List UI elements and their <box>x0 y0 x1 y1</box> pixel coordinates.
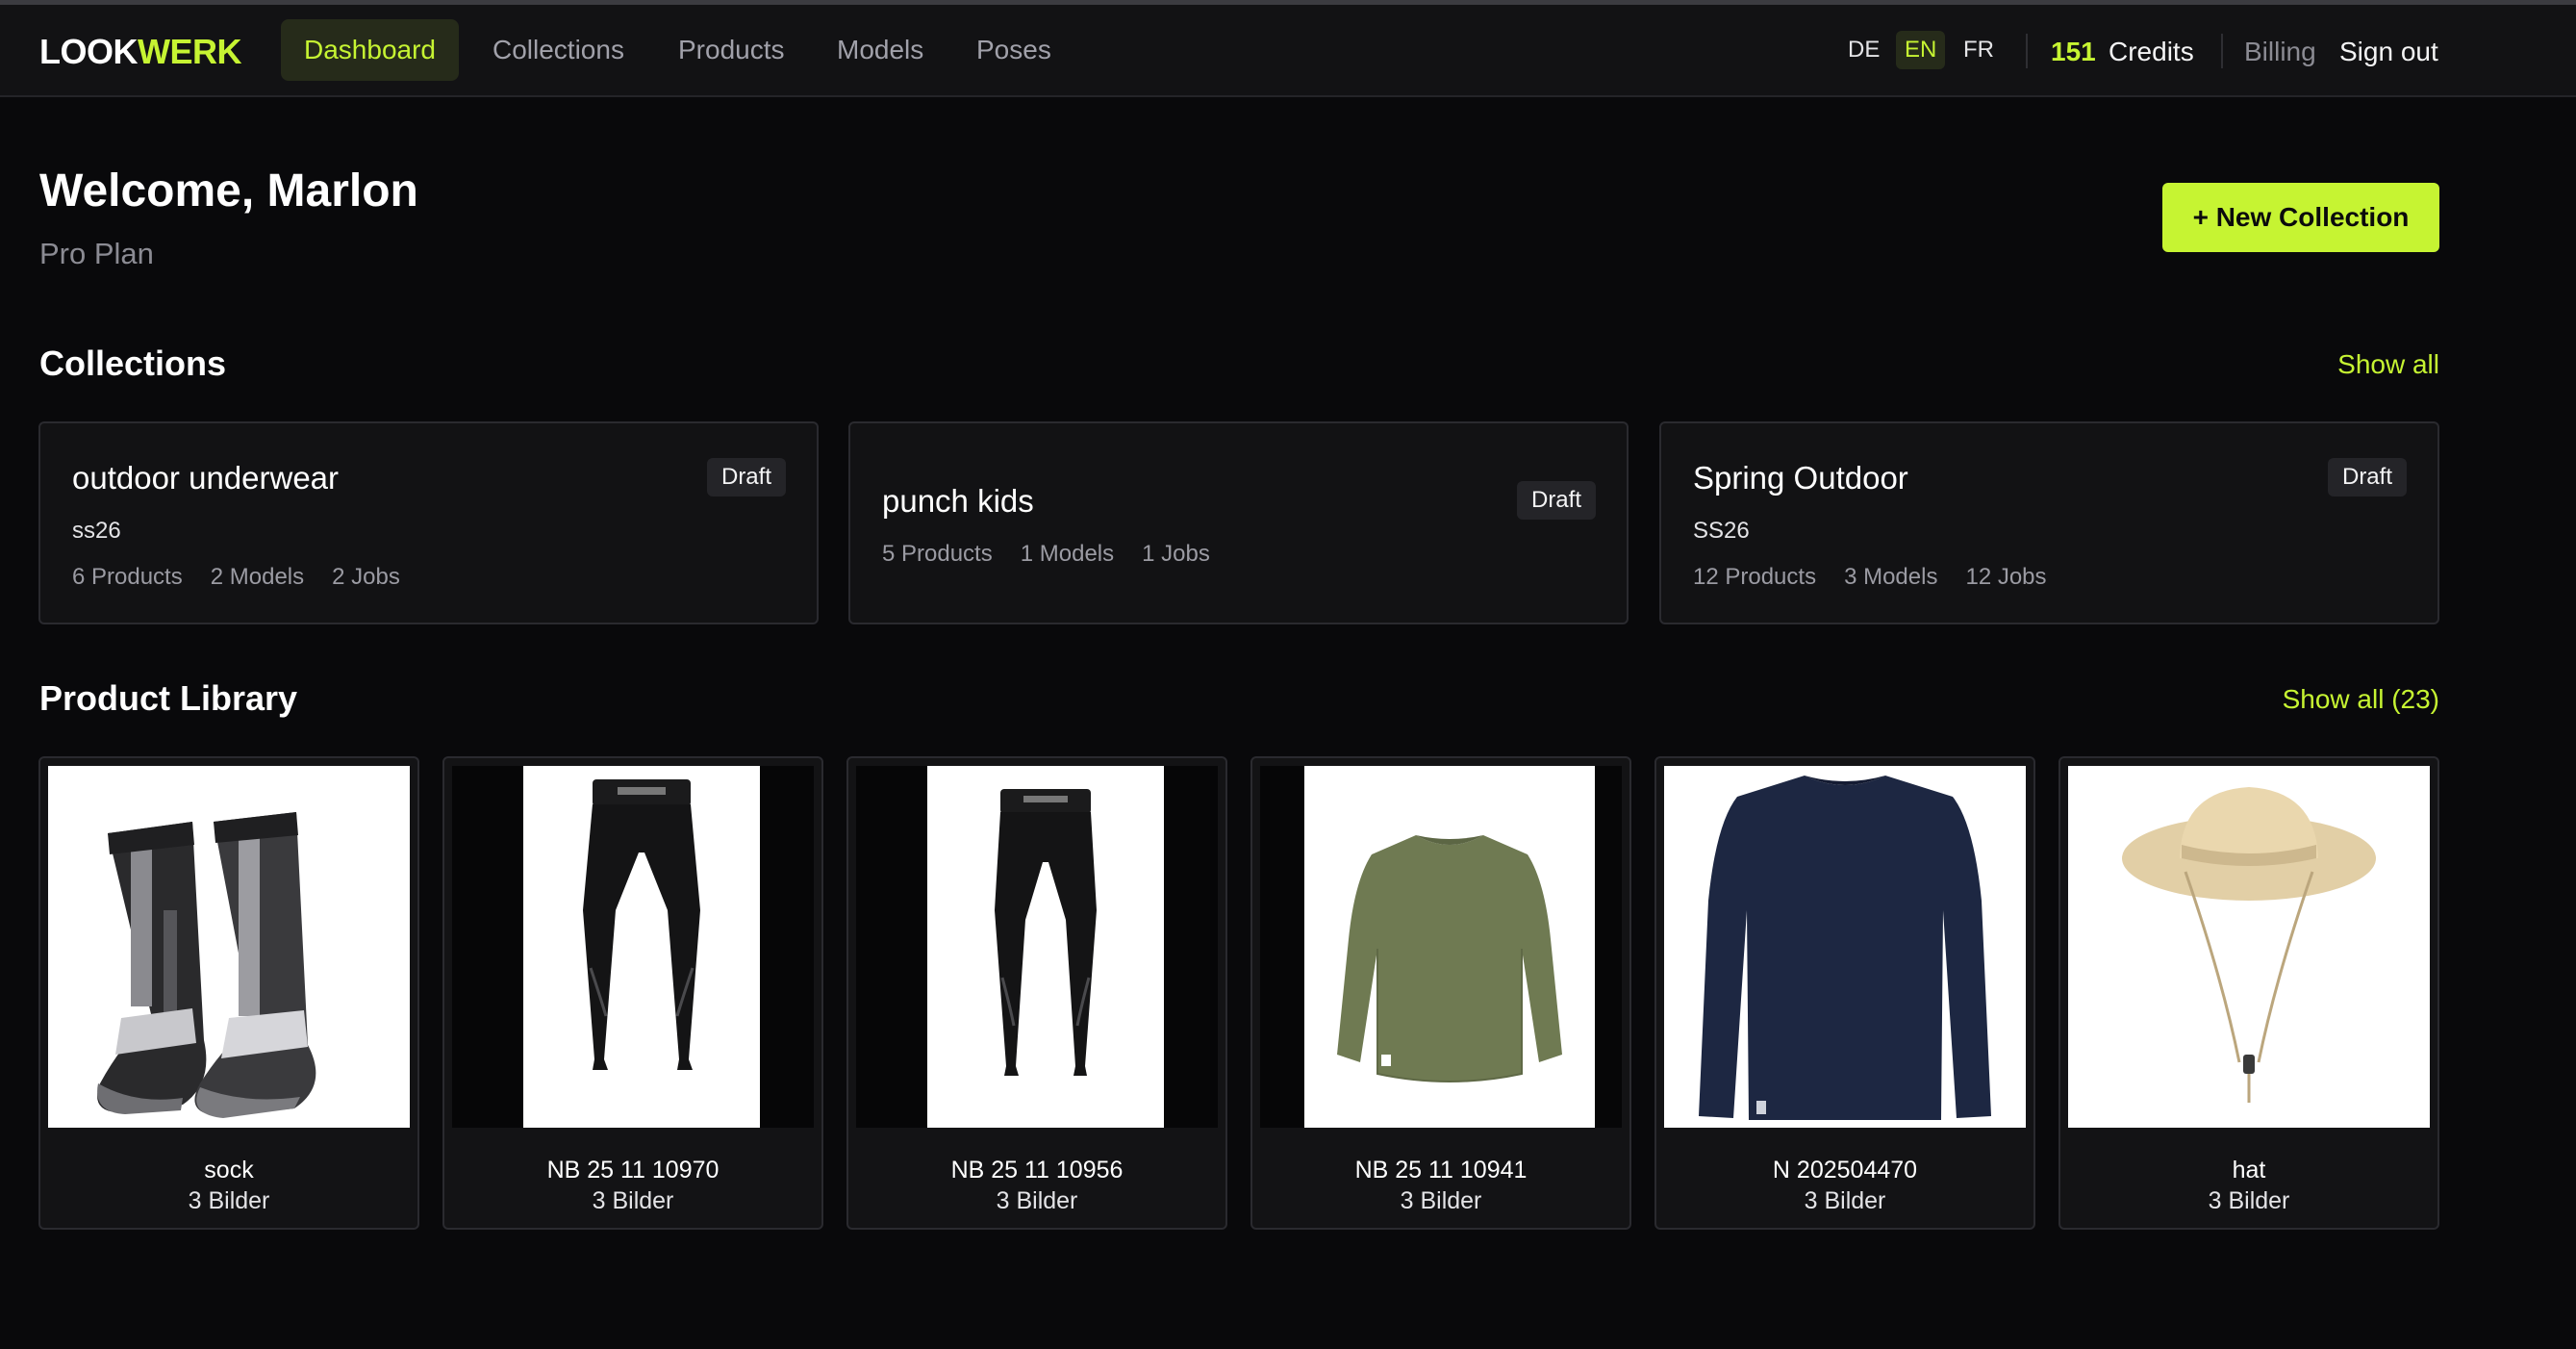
nav-divider <box>2026 34 2028 68</box>
collection-models-count: 1 Models <box>1020 541 1115 567</box>
collection-card[interactable]: Spring Outdoor Draft SS26 12 Products 3 M… <box>1659 421 2439 624</box>
product-name: NB 25 11 10941 <box>1354 1157 1528 1184</box>
product-image-count: 3 Bilder <box>188 1187 270 1214</box>
collection-products-count: 6 Products <box>72 564 183 590</box>
collection-stats: 5 Products 1 Models 1 Jobs <box>882 539 1238 570</box>
collection-season: ss26 <box>72 518 121 544</box>
product-name: NB 25 11 10956 <box>950 1157 1124 1184</box>
product-name: sock <box>204 1157 254 1184</box>
product-library-heading: Product Library <box>39 678 298 718</box>
brand-logo-part2: WERK <box>138 32 242 71</box>
product-card[interactable]: hat 3 Bilder <box>2058 756 2439 1230</box>
product-thumbnail <box>1260 766 1622 1128</box>
collection-models-count: 3 Models <box>1844 564 1938 590</box>
nav-item-collections[interactable]: Collections <box>469 19 647 81</box>
collection-name: Spring Outdoor <box>1693 460 1908 496</box>
navy-longsleeve-image <box>1664 766 2026 1128</box>
product-card[interactable]: NB 25 11 10941 3 Bilder <box>1250 756 1631 1230</box>
new-collection-button[interactable]: + New Collection <box>2162 183 2439 252</box>
status-badge: Draft <box>1516 481 1596 520</box>
nav-item-products[interactable]: Products <box>655 19 808 81</box>
nav-item-dashboard[interactable]: Dashboard <box>281 19 459 81</box>
collections-show-all-link[interactable]: Show all <box>2337 345 2439 384</box>
product-image-count: 3 Bilder <box>592 1187 674 1214</box>
nav-item-poses[interactable]: Poses <box>953 19 1074 81</box>
credits-count: 151 <box>2051 37 2096 66</box>
product-thumbnail <box>2068 766 2430 1128</box>
olive-longsleeve-image <box>1304 766 1595 1128</box>
product-name: N 202504470 <box>1772 1157 1918 1184</box>
product-image-count: 3 Bilder <box>1400 1187 1482 1214</box>
product-card[interactable]: N 202504470 3 Bilder <box>1654 756 2035 1230</box>
product-thumbnail <box>1664 766 2026 1128</box>
product-card[interactable]: sock 3 Bilder <box>38 756 419 1230</box>
brand-logo-part1: LOOK <box>39 32 139 71</box>
collection-stats: 6 Products 2 Models 2 Jobs <box>72 562 428 593</box>
collection-name: punch kids <box>882 483 1034 519</box>
status-badge: Draft <box>706 458 786 496</box>
products-show-all-link[interactable]: Show all (23) <box>2283 680 2439 719</box>
language-fr[interactable]: FR <box>1955 31 2003 69</box>
brand-logo[interactable]: LOOKWERK <box>39 31 242 73</box>
credits-label: Credits <box>2109 37 2194 66</box>
product-card[interactable]: NB 25 11 10956 3 Bilder <box>846 756 1227 1230</box>
collection-jobs-count: 1 Jobs <box>1142 541 1210 567</box>
product-image-count: 3 Bilder <box>996 1187 1078 1214</box>
product-thumbnail <box>856 766 1218 1128</box>
nav-divider <box>2221 34 2223 68</box>
collection-products-count: 5 Products <box>882 541 993 567</box>
collection-name: outdoor underwear <box>72 460 340 496</box>
sign-out-button[interactable]: Sign out <box>2339 31 2438 73</box>
leggings-image <box>927 766 1164 1128</box>
product-thumbnail <box>48 766 410 1128</box>
collection-products-count: 12 Products <box>1693 564 1817 590</box>
collections-heading: Collections <box>39 344 227 383</box>
collection-jobs-count: 12 Jobs <box>1965 564 2047 590</box>
collection-models-count: 2 Models <box>210 564 305 590</box>
product-thumbnail <box>452 766 814 1128</box>
product-card[interactable]: NB 25 11 10970 3 Bilder <box>442 756 823 1230</box>
collection-card[interactable]: punch kids Draft 5 Products 1 Models 1 Job… <box>848 421 1629 624</box>
product-name: hat <box>2232 1157 2266 1184</box>
status-badge: Draft <box>2327 458 2407 496</box>
collection-season: SS26 <box>1693 518 1750 544</box>
sock-image <box>48 766 410 1128</box>
collection-stats: 12 Products 3 Models 12 Jobs <box>1693 562 2075 593</box>
plan-label: Pro Plan <box>39 237 154 270</box>
top-nav: LOOKWERK Dashboard Collections Products … <box>0 5 2576 97</box>
product-image-count: 3 Bilder <box>1804 1187 1886 1214</box>
product-name: NB 25 11 10970 <box>546 1157 720 1184</box>
product-image-count: 3 Bilder <box>2208 1187 2290 1214</box>
leggings-image <box>523 766 760 1128</box>
collection-jobs-count: 2 Jobs <box>332 564 400 590</box>
nav-item-models[interactable]: Models <box>814 19 947 81</box>
language-de[interactable]: DE <box>1839 31 1888 69</box>
bucket-hat-image <box>2068 766 2430 1128</box>
collection-card[interactable]: outdoor underwear Draft ss26 6 Products 2… <box>38 421 819 624</box>
language-en[interactable]: EN <box>1896 31 1946 69</box>
billing-link[interactable]: Billing <box>2244 31 2316 73</box>
page-title: Welcome, Marlon <box>39 165 418 216</box>
